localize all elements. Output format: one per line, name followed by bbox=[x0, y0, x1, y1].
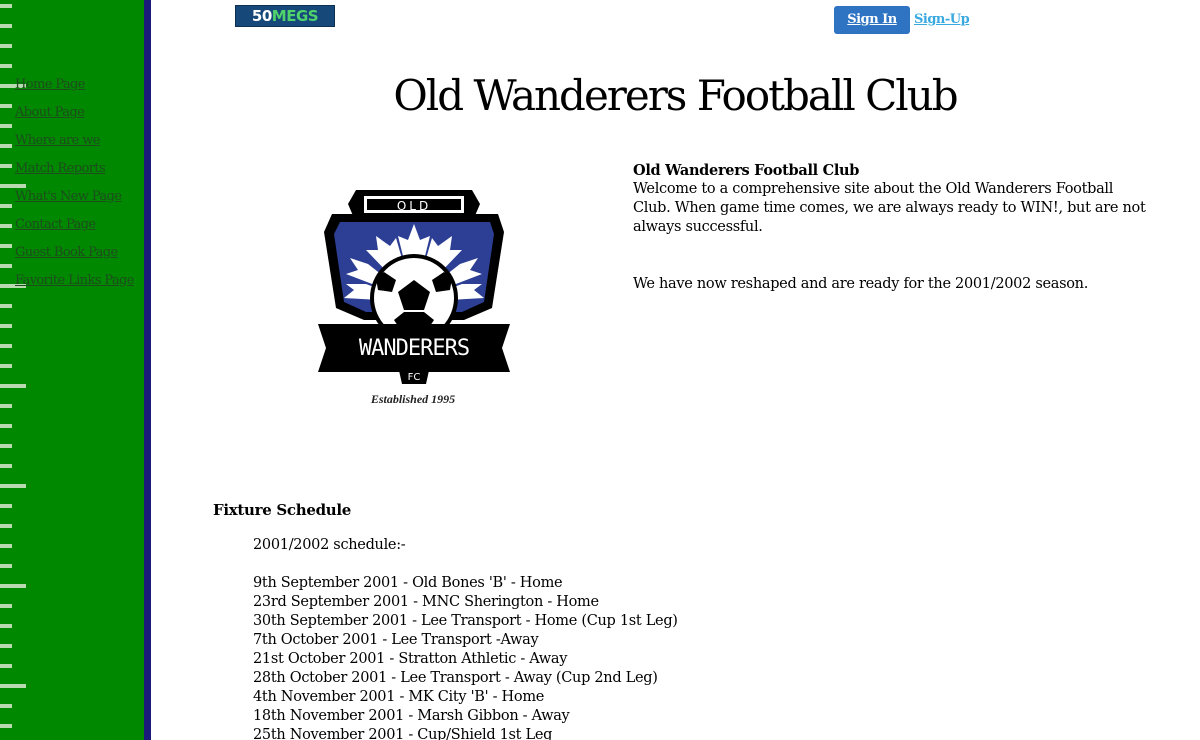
sidebar-stripe bbox=[0, 424, 12, 428]
sidebar-stripe bbox=[0, 644, 12, 648]
fixture-row: 28th October 2001 - Lee Transport - Away… bbox=[253, 670, 658, 686]
sidebar-item-home-page[interactable]: Home Page bbox=[15, 76, 134, 104]
sidebar-stripe bbox=[0, 504, 12, 508]
crest-name-text: WANDERERS bbox=[359, 336, 469, 361]
sidebar-stripe bbox=[0, 224, 12, 228]
sidebar-stripe bbox=[0, 624, 12, 628]
sidebar-stripe bbox=[0, 264, 12, 268]
sidebar-stripe bbox=[0, 4, 12, 8]
sidebar-item-favorite-links-page[interactable]: Favorite Links Page bbox=[15, 272, 134, 300]
sidebar-rail bbox=[144, 0, 151, 740]
crest-banner-text: OLD bbox=[397, 199, 431, 213]
page-title: Old Wanderers Football Club bbox=[393, 71, 958, 120]
fixture-list: 2001/2002 schedule:- 9th September 2001 … bbox=[253, 536, 678, 740]
sidebar-item-contact-page[interactable]: Contact Page bbox=[15, 216, 134, 244]
50megs-logo[interactable]: 50MEGS bbox=[235, 5, 335, 27]
sidebar-stripe bbox=[0, 384, 26, 388]
left-sidebar: Home Page About Page Where are we Match … bbox=[0, 0, 144, 740]
sidebar-stripe bbox=[0, 564, 12, 568]
sidebar-stripe bbox=[0, 704, 12, 708]
logo-suffix: MEGS bbox=[271, 7, 319, 25]
fixture-row: 9th September 2001 - Old Bones 'B' - Hom… bbox=[253, 575, 563, 591]
sidebar-stripe bbox=[0, 24, 12, 28]
sidebar-stripe bbox=[0, 464, 12, 468]
fixture-row: 30th September 2001 - Lee Transport - Ho… bbox=[253, 613, 678, 629]
intro-section: Old Wanderers Football Club Welcome to a… bbox=[633, 161, 1153, 294]
sidebar-stripe bbox=[0, 684, 26, 688]
sidebar-stripe bbox=[0, 144, 12, 148]
sidebar-stripe bbox=[0, 44, 12, 48]
crest-established-text: Established 1995 bbox=[370, 392, 456, 406]
sidebar-stripe bbox=[0, 124, 12, 128]
sidebar-stripe bbox=[0, 544, 12, 548]
fixture-row: 25th November 2001 - Cup/Shield 1st Leg bbox=[253, 727, 553, 740]
sidebar-stripe bbox=[0, 604, 12, 608]
club-crest-icon: OLD WANDERERS FC bbox=[318, 190, 510, 384]
sidebar-item-about-page[interactable]: About Page bbox=[15, 104, 134, 132]
sidebar-stripe bbox=[0, 204, 12, 208]
crest-fc-text: FC bbox=[408, 372, 421, 383]
sidebar-stripe bbox=[0, 584, 26, 588]
fixture-row: 23rd September 2001 - MNC Sherington - H… bbox=[253, 594, 599, 610]
sidebar-stripe bbox=[0, 64, 12, 68]
sign-in-button[interactable]: Sign In bbox=[834, 6, 910, 34]
fixture-row: 7th October 2001 - Lee Transport -Away bbox=[253, 632, 539, 648]
sidebar-stripe bbox=[0, 724, 12, 728]
sidebar-stripe bbox=[0, 364, 12, 368]
sidebar-item-guest-book-page[interactable]: Guest Book Page bbox=[15, 244, 134, 272]
fixture-row: 21st October 2001 - Stratton Athletic - … bbox=[253, 651, 568, 667]
sidebar-nav: Home Page About Page Where are we Match … bbox=[15, 76, 134, 300]
sidebar-item-where-are-we[interactable]: Where are we bbox=[15, 132, 134, 160]
sidebar-stripe bbox=[0, 404, 12, 408]
sidebar-stripe bbox=[0, 664, 12, 668]
intro-season-text: We have now reshaped and are ready for t… bbox=[633, 276, 1089, 292]
sign-up-link[interactable]: Sign-Up bbox=[914, 12, 970, 27]
sidebar-item-match-reports[interactable]: Match Reports bbox=[15, 160, 134, 188]
sidebar-item-whats-new-page[interactable]: What's New Page bbox=[15, 188, 134, 216]
intro-text: Welcome to a comprehensive site about th… bbox=[633, 181, 1146, 235]
fixture-row: 18th November 2001 - Marsh Gibbon - Away bbox=[253, 708, 570, 724]
fixture-row: 4th November 2001 - MK City 'B' - Home bbox=[253, 689, 545, 705]
sidebar-stripe bbox=[0, 484, 26, 488]
sidebar-stripe bbox=[0, 164, 12, 168]
sidebar-stripe bbox=[0, 524, 12, 528]
intro-heading: Old Wanderers Football Club bbox=[633, 162, 860, 179]
sidebar-stripe bbox=[0, 324, 12, 328]
schedule-label: 2001/2002 schedule:- bbox=[253, 537, 406, 553]
sidebar-stripe bbox=[0, 104, 12, 108]
sidebar-stripe bbox=[0, 304, 12, 308]
sidebar-stripe bbox=[0, 444, 12, 448]
sidebar-stripe bbox=[0, 344, 12, 348]
logo-prefix: 50 bbox=[251, 7, 272, 25]
sidebar-stripe bbox=[0, 244, 12, 248]
fixture-schedule-heading: Fixture Schedule bbox=[213, 501, 352, 519]
